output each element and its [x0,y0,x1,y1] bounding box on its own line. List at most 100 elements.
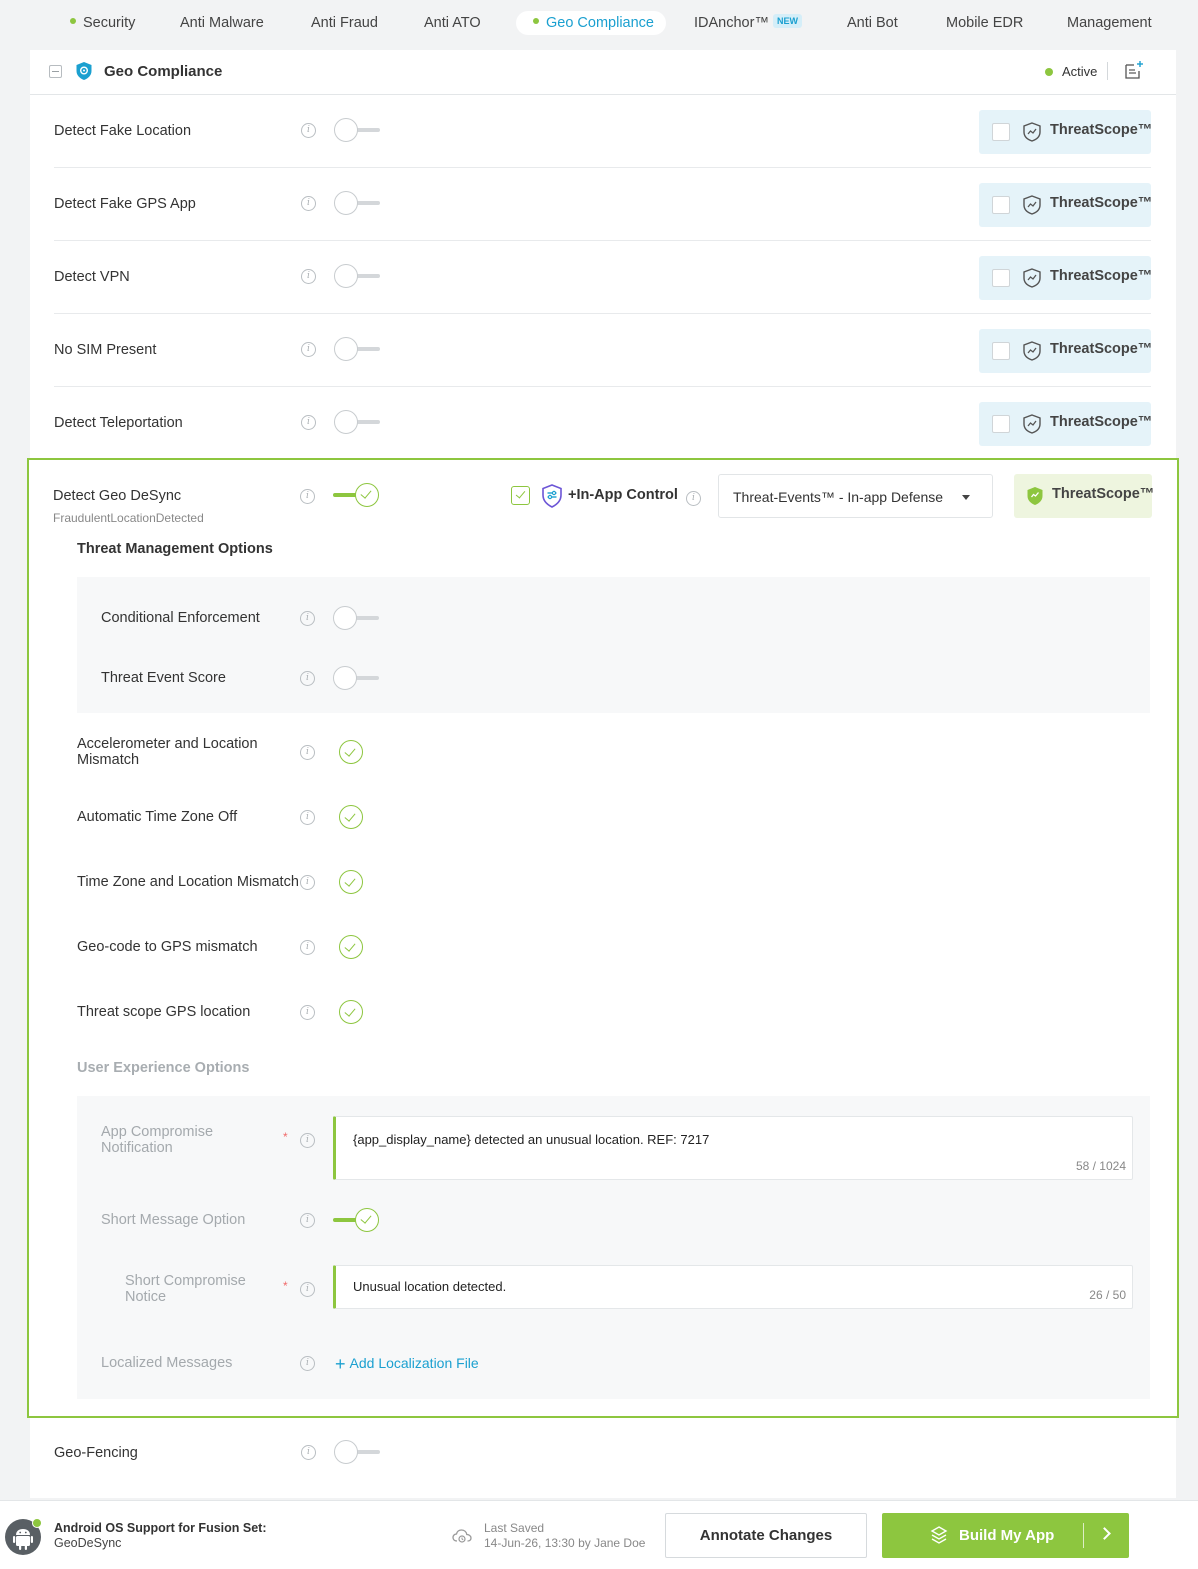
no-sim-present-toggle[interactable] [334,337,380,361]
check-label-geocode-gps: Geo-code to GPS mismatch [77,939,258,955]
in-app-control-label: +In-App Control [568,487,678,503]
localized-messages-label: Localized Messages [101,1355,233,1371]
info-icon[interactable]: i [300,1213,315,1228]
feature-label: No SIM Present [54,342,157,358]
threatscope-checkbox[interactable] [992,342,1010,360]
info-icon[interactable]: i [300,671,315,686]
app-compromise-notification-label: App Compromise Notification [101,1124,214,1156]
divider [1083,1523,1084,1548]
notice-text: Unusual location detected. [353,1279,507,1294]
chevron-right-icon[interactable] [1098,1527,1111,1540]
info-icon[interactable]: i [300,940,315,955]
geo-desync-toggle[interactable] [333,483,379,507]
feature-row-no-sim-present: No SIM Present i ThreatScope™ [54,314,1152,387]
info-icon[interactable]: i [301,269,316,284]
short-compromise-notice-input[interactable]: Unusual location detected. 26 / 50 [333,1265,1133,1309]
in-app-control-checkbox[interactable] [511,486,530,505]
threatscope-shield-icon [1023,414,1041,434]
info-icon[interactable]: i [301,196,316,211]
info-icon[interactable]: i [300,489,315,504]
threat-management-panel: Conditional Enforcement i Threat Event S… [77,577,1150,713]
feature-label: Detect VPN [54,269,130,285]
threatscope-shield-icon [1027,487,1043,505]
threatscope-shield-icon [1023,195,1041,215]
user-experience-panel: App Compromise Notification * i {app_disp… [77,1096,1150,1399]
tab-anti-bot[interactable]: Anti Bot [847,11,898,35]
threat-management-title: Threat Management Options [77,541,273,557]
footer-bar: Android OS Support for Fusion Set: GeoDe… [0,1500,1198,1569]
feature-label: Geo-Fencing [54,1445,138,1461]
status-badge: Active [1062,64,1098,79]
tab-mobile-edr[interactable]: Mobile EDR [946,11,1023,35]
user-experience-title: User Experience Options [77,1060,250,1076]
tab-anti-fraud[interactable]: Anti Fraud [311,11,378,35]
build-my-app-label: Build My App [959,1527,1055,1544]
short-message-option-label: Short Message Option [101,1212,246,1228]
online-dot-icon [32,1518,42,1528]
detect-vpn-toggle[interactable] [334,264,380,288]
check-label-auto-timezone: Automatic Time Zone Off [77,809,238,825]
info-icon[interactable]: i [300,611,315,626]
geocode-gps-check[interactable] [339,935,363,959]
info-icon[interactable]: i [301,1445,316,1460]
info-icon[interactable]: i [301,342,316,357]
threat-event-score-toggle[interactable] [333,666,379,690]
threatscope-label: ThreatScope™ [1052,486,1155,502]
tab-idanchor[interactable]: IDAnchor™ NEW [694,11,802,35]
timezone-location-check[interactable] [339,870,363,894]
tab-management[interactable]: Management [1067,11,1152,35]
info-icon[interactable]: i [300,875,315,890]
feature-label: Detect Fake GPS App [54,196,196,212]
threatscope-checkbox[interactable] [992,415,1010,433]
info-icon[interactable]: i [301,415,316,430]
detect-fake-location-toggle[interactable] [334,118,380,142]
threatscope-checkbox[interactable] [992,269,1010,287]
detect-fake-gps-app-toggle[interactable] [334,191,380,215]
os-support-title: Android OS Support for Fusion Set: [54,1521,267,1535]
feature-row-detect-teleportation: Detect Teleportation i ThreatScope™ [54,387,1152,460]
threat-event-score-label: Threat Event Score [101,670,226,686]
accel-location-check[interactable] [339,740,363,764]
annotate-changes-button[interactable]: Annotate Changes [665,1513,867,1558]
geo-fencing-toggle[interactable] [334,1440,380,1464]
conditional-enforcement-label: Conditional Enforcement [101,610,260,626]
geo-shield-icon [76,62,92,80]
tab-anti-malware[interactable]: Anti Malware [180,11,264,35]
build-my-app-button[interactable]: Build My App [882,1513,1129,1558]
threatscope-label: ThreatScope™ [1050,195,1153,211]
info-icon[interactable]: i [300,1282,315,1297]
threatscope-shield-icon [1023,268,1041,288]
last-saved-label: Last Saved [484,1521,545,1535]
divider [1107,62,1108,80]
info-icon[interactable]: i [300,745,315,760]
threatscope-option-active[interactable]: ThreatScope™ [1014,474,1155,518]
response-mode-select[interactable]: Threat-Events™ - In-app Defense [718,474,993,518]
info-icon[interactable]: i [301,123,316,138]
check-label-accel-location: Accelerometer and Location Mismatch [77,736,258,768]
threatscope-gps-check[interactable] [339,1000,363,1024]
threatscope-checkbox[interactable] [992,123,1010,141]
info-icon[interactable]: i [686,491,701,506]
threatscope-checkbox[interactable] [992,196,1010,214]
app-compromise-notification-input[interactable]: {app_display_name} detected an unusual l… [333,1116,1133,1180]
info-icon[interactable]: i [300,1005,315,1020]
tab-security[interactable]: Security [70,11,135,35]
add-localization-file-link[interactable]: + Add Localization File [335,1352,479,1374]
tab-anti-ato[interactable]: Anti ATO [424,11,481,35]
auto-timezone-check[interactable] [339,805,363,829]
detect-teleportation-toggle[interactable] [334,410,380,434]
check-label-timezone-location: Time Zone and Location Mismatch [77,874,299,890]
required-mark: * [283,1130,288,1144]
info-icon[interactable]: i [300,810,315,825]
tab-geo-compliance[interactable]: Geo Compliance [516,11,666,35]
info-icon[interactable]: i [300,1356,315,1371]
add-note-icon[interactable] [1124,60,1144,80]
character-count: 26 / 50 [1089,1288,1126,1302]
info-icon[interactable]: i [300,1133,315,1148]
geo-desync-section: Detect Geo DeSync FraudulentLocationDete… [27,458,1179,1418]
status-dot-icon [1045,68,1053,76]
threatscope-option: ThreatScope™ [979,110,1152,154]
collapse-icon[interactable] [49,65,62,78]
conditional-enforcement-toggle[interactable] [333,606,379,630]
short-message-toggle[interactable] [333,1208,379,1232]
